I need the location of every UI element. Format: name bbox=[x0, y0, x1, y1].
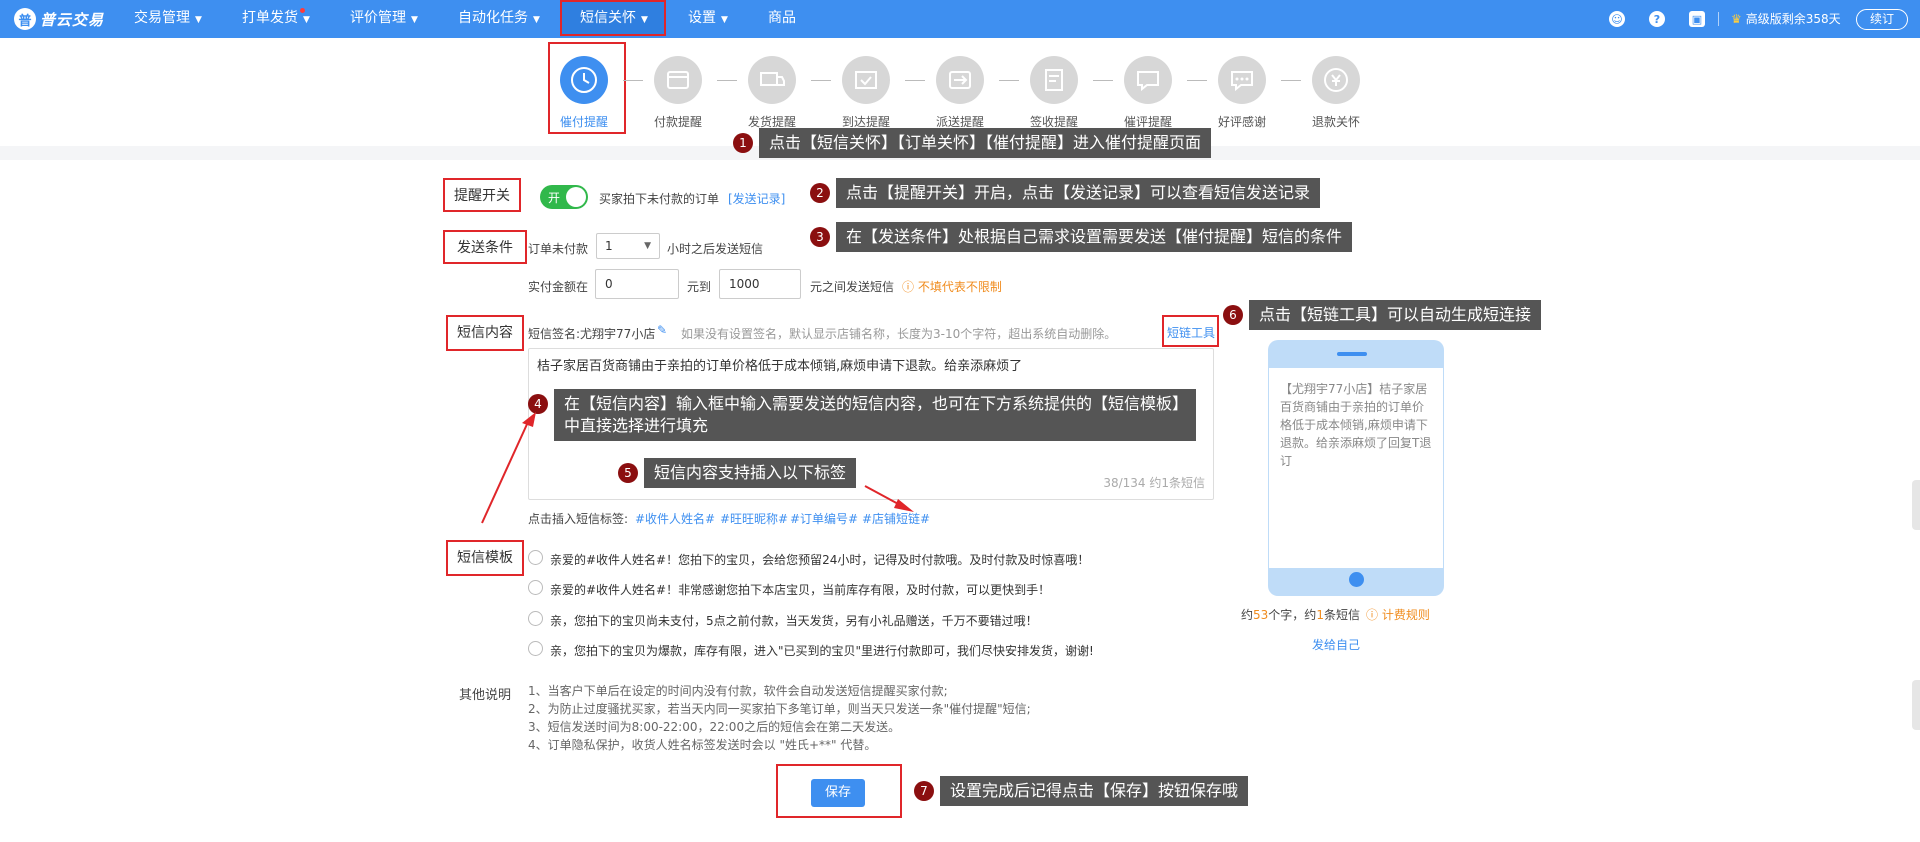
annotation-text: 设置完成后记得点击【保存】按钮保存哦 bbox=[940, 776, 1249, 806]
tag-order-number[interactable]: #订单编号# bbox=[790, 510, 858, 527]
annotation-7: 7 设置完成后记得点击【保存】按钮保存哦 bbox=[914, 776, 1249, 806]
side-tab[interactable] bbox=[1912, 480, 1920, 530]
count-mid: 个字，约 bbox=[1268, 608, 1317, 622]
preview-message: 【尤翔宇77小店】桔子家居百货商铺由于亲拍的订单价格低于成本倾销,麻烦申请下退款… bbox=[1280, 382, 1432, 468]
notes-list: 1、当客户下单后在设定的时间内没有付款，软件会自动发送短信提醒买家付款; 2、为… bbox=[528, 682, 1031, 754]
count-prefix: 约 bbox=[1241, 608, 1254, 622]
template-radio-3[interactable] bbox=[528, 611, 543, 626]
billing-rule-text: 计费规则 bbox=[1381, 608, 1430, 622]
side-tab[interactable] bbox=[1912, 680, 1920, 730]
save-button[interactable]: 保存 bbox=[811, 779, 865, 807]
count-chars: 53 bbox=[1253, 608, 1269, 622]
billing-rule-link[interactable]: ⓘ 计费规则 bbox=[1366, 606, 1430, 623]
phone-speaker bbox=[1337, 352, 1367, 356]
tag-wangwang-nick[interactable]: #旺旺昵称# bbox=[720, 510, 788, 527]
note-item: 1、当客户下单后在设定的时间内没有付款，软件会自动发送短信提醒买家付款; bbox=[528, 684, 948, 698]
template-text-2[interactable]: 亲爱的#收件人姓名#！非常感谢您拍下本店宝贝，当前库存有限，及时付款，可以更快到… bbox=[550, 581, 1050, 598]
notes-label: 其他说明 bbox=[459, 688, 512, 703]
template-label: 短信模板 bbox=[446, 540, 524, 576]
template-text-3[interactable]: 亲，您拍下的宝贝尚未支付，5点之前付款，当天发货，另有小礼品赠送，千万不要错过哦… bbox=[550, 612, 1038, 629]
tag-receiver-name[interactable]: #收件人姓名# bbox=[635, 510, 715, 527]
template-radio-2[interactable] bbox=[528, 580, 543, 595]
tag-shop-shortlink[interactable]: #店铺短链# bbox=[862, 510, 930, 527]
send-to-self-link[interactable]: 发给自己 bbox=[1312, 636, 1360, 653]
template-text-4[interactable]: 亲，您拍下的宝贝为爆款，库存有限，进入"已买到的宝贝"里进行付款即可，我们尽快安… bbox=[550, 642, 1094, 659]
template-radio-4[interactable] bbox=[528, 641, 543, 656]
note-item: 4、订单隐私保护，收货人姓名标签发送时会以 "姓氏+**" 代替。 bbox=[528, 738, 877, 752]
preview-count: 约53个字，约1条短信 bbox=[1241, 606, 1360, 623]
note-item: 3、短信发送时间为8:00-22:00，22:00之后的短信会在第二天发送。 bbox=[528, 720, 901, 734]
count-sms: 1 bbox=[1316, 608, 1324, 622]
warning-circle-icon: ⓘ bbox=[1366, 608, 1382, 622]
note-item: 2、为防止过度骚扰买家，若当天内同一买家拍下多笔订单，则当天只发送一条"催付提醒… bbox=[528, 702, 1031, 716]
template-radio-1[interactable] bbox=[528, 550, 543, 565]
phone-home-button bbox=[1349, 572, 1364, 587]
annotation-number: 7 bbox=[914, 781, 934, 801]
template-text-1[interactable]: 亲爱的#收件人姓名#！您拍下的宝贝，会给您预留24小时，记得及时付款哦。及时付款… bbox=[550, 551, 1089, 568]
tags-prefix: 点击插入短信标签: bbox=[528, 512, 629, 526]
count-suffix: 条短信 bbox=[1323, 608, 1360, 622]
